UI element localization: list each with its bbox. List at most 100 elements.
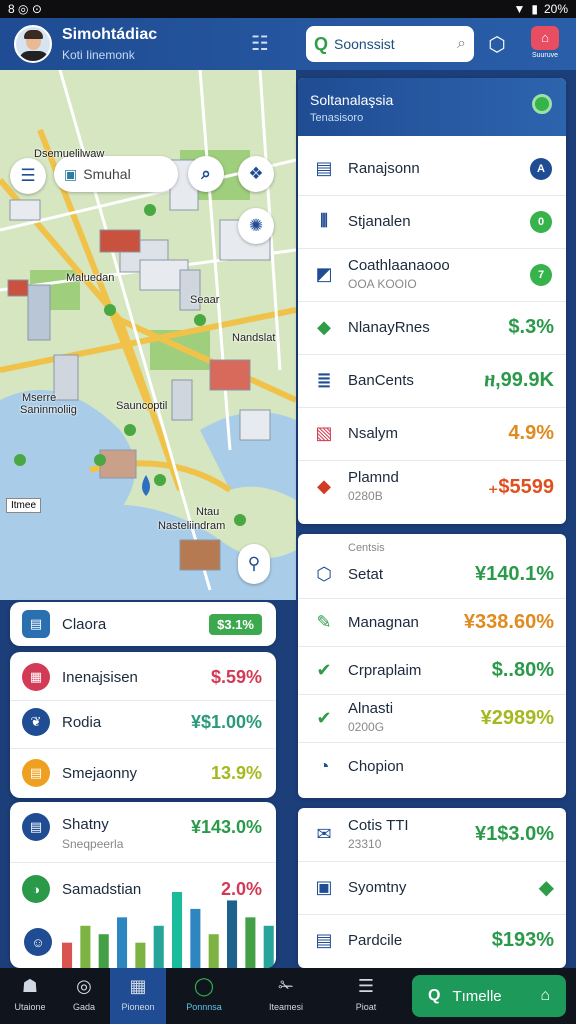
list-item[interactable]: ❦ Rodia ¥$1.00% [10, 697, 276, 747]
list-item-label: Ranajsonn [348, 160, 420, 177]
nav-label: Gada [72, 1002, 96, 1012]
map-search-text: Smuhal [83, 166, 131, 182]
list-item-label: Syomtny [348, 879, 407, 896]
list-item[interactable]: ✔ Crpraplaim $..80% [298, 646, 566, 694]
map-label: Saninmoliig [20, 404, 77, 416]
calendar-icon: ▤ [22, 610, 50, 638]
list-item-sub: 23310 [348, 836, 382, 851]
chart-bar [80, 925, 91, 968]
nav-item-dashboard[interactable]: ▦ Pioneon [110, 968, 166, 1024]
list-item[interactable]: ◔ Chopion [298, 742, 566, 790]
list-menu-icon[interactable]: ☷ [248, 34, 272, 54]
list-item-label: Smejaonny [62, 764, 138, 782]
status-badge: A [530, 157, 552, 180]
primary-action-button[interactable]: Q Tımelle ⌂ [412, 975, 566, 1017]
pedestrian-icon[interactable]: ⚲ [238, 544, 270, 584]
list-item-label: Cotis TTI [348, 816, 409, 834]
status-badge: 7 [530, 263, 552, 286]
doc-icon: ▤ [22, 759, 50, 787]
nav-label: Pioat [355, 1002, 377, 1012]
brand-logo-icon: ⌂ [531, 26, 559, 50]
list-item[interactable]: ▧ Nsalym 4.9% [298, 407, 566, 460]
search-input[interactable] [334, 36, 458, 52]
nav-item-explore[interactable]: ◎ Gada [56, 968, 112, 1024]
list-item[interactable]: ⫴ Stjanalen 0 [298, 195, 566, 248]
list-item-value: ¥$1.00% [190, 711, 262, 732]
list-item-value: ¥2989% [480, 706, 554, 729]
nav-item-home[interactable]: ☗ Utaione [2, 968, 58, 1024]
chart-bar [62, 942, 73, 968]
list-item[interactable]: ▤ Pardcile $193% [298, 914, 566, 967]
map-label: Maluedan [66, 272, 115, 284]
list-item[interactable]: ✎ Managnan ¥338.60% [298, 598, 566, 646]
list-item-label: Setat [348, 565, 384, 583]
list-item-value: ◆ [538, 877, 554, 899]
list-item-sub: OOA KOOIO [348, 276, 417, 291]
list-item[interactable]: ✔ Alnasti 0200G ¥2989% [298, 694, 566, 742]
list-item-icon: ✔ [316, 659, 332, 680]
list-item[interactable]: ≣ BanCents ዘ,99.9K [298, 354, 566, 407]
nav-item-menu[interactable]: ☰ Pioat [338, 968, 394, 1024]
list-item-value: $.59% [210, 666, 262, 687]
list-item-label: Plamnd [348, 468, 399, 486]
list-item-label: Alnasti [348, 700, 394, 717]
search-box[interactable]: Q ⌕ [306, 26, 474, 62]
list-item-label: Inenajsisen [62, 668, 138, 686]
list-item-icon: ▧ [315, 423, 333, 443]
avatar[interactable] [14, 25, 52, 63]
panel-header: Soltanalaşsia Tenasisoro [298, 78, 566, 136]
list-item[interactable]: ◩ Coathlaanaooo OOA KOOIO 7 [298, 248, 566, 301]
list-item-label: Chopion [348, 757, 404, 775]
summary-card[interactable]: ▤ Claora $3.1% [10, 602, 276, 646]
panel-title: Soltanalaşsia [310, 92, 394, 108]
hamburger-menu-button[interactable]: ☰ [10, 158, 46, 194]
brand-button[interactable]: ⌂ Suuruve [530, 26, 560, 62]
list-item-icon: ◔ [318, 755, 330, 776]
list-item-value: ¥143.0% [190, 816, 262, 837]
map-label: Dsemuelilwaw [34, 148, 105, 160]
brand-label: Suuruve [531, 52, 559, 59]
list-item-icon: ⬡ [316, 563, 332, 584]
dashboard-icon: ▦ [129, 976, 147, 996]
chart-card: ▤ Shatny Sneqpeerla ¥143.0% ◑ Samadstian… [10, 802, 276, 968]
map-badge: Itmee [6, 498, 42, 513]
search-icon[interactable]: ⌕ [457, 35, 466, 53]
list-item[interactable]: ✉ Cotis TTI 23310 ¥1$3.0% [298, 808, 566, 861]
list-item-value: ¥1$3.0% [475, 823, 554, 845]
list-item-icon: ≣ [316, 370, 332, 390]
list-item-sub: 0200G [348, 720, 385, 734]
bar-chart [62, 892, 274, 968]
hexagon-icon[interactable]: ⬡ [484, 32, 510, 58]
list-item[interactable]: ◆ Plamnd 0280B ₊$5599 [298, 460, 566, 513]
list-item[interactable]: ▤ Shatny Sneqpeerla ¥143.0% [10, 802, 276, 852]
explore-icon: ◎ [76, 976, 92, 996]
nav-label: Pioneon [121, 1002, 155, 1012]
chart-bar [190, 908, 201, 968]
right-panel-list-3: ✉ Cotis TTI 23310 ¥1$3.0% ▣ Syomtny ◆ ▤ Pardcile… [298, 808, 566, 968]
compass-icon[interactable]: ✺ [238, 208, 274, 244]
city-map[interactable]: ☰ ▣ Smuhal ⌕ ❖ ✺ ⚲ Dsemuelilwaw Maluedan… [0, 70, 296, 600]
list-item-icon: ⫴ [320, 211, 328, 231]
list-item[interactable]: ▤ Smejaonny 13.9% [10, 748, 276, 798]
list-item-value: $.3% [508, 316, 554, 338]
map-search-button[interactable]: ⌕ [188, 156, 224, 192]
nav-item-tools[interactable]: ✁ Iteamesi [258, 968, 314, 1024]
signal-icon: ▼ [513, 2, 526, 16]
list-item[interactable]: ▦ Inenajsisen $.59% [10, 652, 276, 702]
battery-icon: ▮ [531, 2, 538, 16]
map-search-field[interactable]: ▣ Smuhal [54, 156, 178, 192]
leaf-icon: ❦ [22, 708, 50, 736]
nav-item-status[interactable]: ◯ Ponnnsa [176, 968, 232, 1024]
home-icon: ☗ [21, 976, 39, 996]
app-subtitle: Koti Iinemonk [62, 48, 135, 62]
list-item-value: $193% [491, 929, 554, 951]
layers-icon[interactable]: ❖ [238, 156, 274, 192]
globe-icon: ◑ [22, 875, 50, 903]
list-item[interactable]: ▤ Ranajsonn A [298, 142, 566, 195]
list-item-icon: ✉ [316, 824, 332, 844]
list-item[interactable]: ⬡ Setat ¥140.1% [298, 550, 566, 598]
list-item[interactable]: ▣ Syomtny ◆ [298, 861, 566, 914]
list-item-value: ዘ,99.9K [484, 369, 554, 391]
list-item[interactable]: ◆ NlanayRnes $.3% [298, 301, 566, 354]
map-label: Ntau [196, 506, 220, 518]
